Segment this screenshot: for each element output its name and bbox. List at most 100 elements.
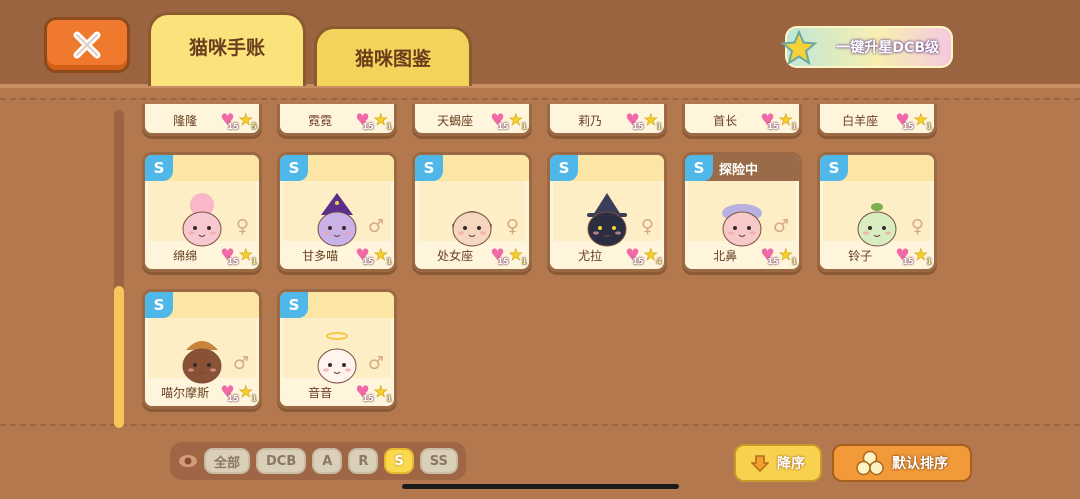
heart-icon: ♥ 15 bbox=[355, 245, 374, 266]
upgrade-star-button[interactable]: 一键升星DCB级 bbox=[781, 26, 953, 68]
stat-badges: ♥ 15 ★ 1 bbox=[760, 111, 799, 131]
gender-icon: ♂ bbox=[367, 353, 384, 374]
stat-badges: ♥ 15 ★ 1 bbox=[490, 245, 529, 266]
stat-badges: ♥ 15 ★ 1 bbox=[355, 111, 394, 131]
cat-name: 音音 bbox=[308, 385, 333, 400]
grade-badge: S bbox=[685, 155, 713, 181]
star-icon: ★ 5 bbox=[238, 110, 257, 131]
cat-card[interactable]: S ♂ 甘多喵 ♥ 15 ★ 1 bbox=[277, 152, 397, 272]
grade-badge: S bbox=[550, 155, 578, 181]
tab-cat-encyclopedia[interactable]: 猫咪图鉴 bbox=[314, 26, 472, 86]
cat-card[interactable]: S ♀ 尤拉 ♥ 15 ★ 4 bbox=[547, 152, 667, 272]
card-footer: 莉乃 ♥ 15 ★ 1 bbox=[550, 107, 664, 133]
card-footer: 首长 ♥ 15 ★ 1 bbox=[685, 107, 799, 133]
sort-default-button[interactable]: 默认排序 bbox=[832, 444, 972, 482]
stat-badges: ♥ 15 ★ 5 bbox=[220, 110, 259, 131]
filter-button[interactable]: S bbox=[384, 448, 414, 474]
star-icon: ★ 1 bbox=[778, 245, 797, 266]
stitch-divider-bottom bbox=[0, 424, 1080, 426]
cat-card[interactable]: 霓霓 ♥ 15 ★ 1 bbox=[277, 104, 397, 136]
heart-count: 15 bbox=[902, 257, 914, 266]
cat-card[interactable]: 隆隆 ♥ 15 ★ 5 bbox=[142, 104, 262, 136]
cat-name: 天蝎座 bbox=[437, 113, 474, 128]
heart-count: 15 bbox=[362, 394, 374, 403]
star-icon: ★ 4 bbox=[643, 245, 662, 266]
cat-card[interactable]: 天蝎座 ♥ 15 ★ 1 bbox=[412, 104, 532, 136]
star-count: 5 bbox=[251, 122, 257, 131]
star-count: 1 bbox=[926, 257, 932, 266]
filter-button[interactable]: 全部 bbox=[204, 448, 251, 474]
heart-icon: ♥ 15 bbox=[625, 110, 644, 131]
grade-badge: S bbox=[820, 155, 848, 181]
stat-badges: ♥ 15 ★ 1 bbox=[490, 110, 529, 131]
grade-badge: S bbox=[145, 292, 173, 318]
cat-name: 尤拉 bbox=[578, 248, 603, 263]
card-footer: 白羊座 ♥ 15 ★ 1 bbox=[820, 107, 934, 133]
heart-count: 15 bbox=[767, 257, 779, 266]
card-footer: 铃子 ♥ 15 ★ 1 bbox=[820, 241, 934, 269]
cat-card[interactable]: S ♀ 绵绵 ♥ 15 ★ 1 bbox=[142, 152, 262, 272]
heart-icon: ♥ 15 bbox=[895, 245, 914, 266]
close-x-icon bbox=[73, 31, 101, 59]
star-icon: ★ 1 bbox=[238, 382, 257, 403]
gender-icon: ♂ bbox=[772, 216, 789, 237]
cat-card[interactable]: S ♀ 处女座 ♥ 15 ★ 1 bbox=[412, 152, 532, 272]
cat-card[interactable]: 首长 ♥ 15 ★ 1 bbox=[682, 104, 802, 136]
filter-button[interactable]: A bbox=[312, 448, 343, 474]
card-footer: 隆隆 ♥ 15 ★ 5 bbox=[145, 107, 259, 133]
card-footer: 尤拉 ♥ 15 ★ 4 bbox=[550, 241, 664, 269]
heart-count: 15 bbox=[497, 257, 509, 266]
cat-name: 处女座 bbox=[437, 248, 474, 263]
star-icon: ★ 1 bbox=[913, 245, 932, 266]
stitch-divider bbox=[0, 98, 1080, 100]
star-count: 1 bbox=[521, 257, 527, 266]
heart-count: 15 bbox=[902, 122, 914, 131]
eye-icon[interactable] bbox=[178, 454, 198, 468]
grade-badge: S bbox=[280, 292, 308, 318]
star-icon: ★ 1 bbox=[373, 245, 392, 266]
filter-button[interactable]: R bbox=[348, 448, 379, 474]
cat-card[interactable]: S ♀ 铃子 ♥ 15 ★ 1 bbox=[817, 152, 937, 272]
arrow-down-icon bbox=[751, 455, 769, 472]
heart-count: 15 bbox=[227, 122, 239, 131]
home-indicator[interactable] bbox=[402, 484, 679, 489]
cat-name: 铃子 bbox=[848, 248, 873, 263]
stat-badges: ♥ 15 ★ 1 bbox=[355, 245, 394, 266]
gender-icon: ♂ bbox=[232, 353, 249, 374]
coins-icon bbox=[856, 450, 884, 476]
upgrade-label: 一键升星DCB级 bbox=[836, 40, 939, 56]
sort-desc-label: 降序 bbox=[777, 456, 805, 472]
scrollbar-thumb[interactable] bbox=[114, 286, 124, 428]
heart-icon: ♥ 15 bbox=[625, 245, 644, 266]
cat-name: 霓霓 bbox=[308, 113, 333, 128]
cat-name: 白羊座 bbox=[842, 113, 879, 128]
heart-count: 15 bbox=[767, 122, 779, 131]
cat-card[interactable]: 莉乃 ♥ 15 ★ 1 bbox=[547, 104, 667, 136]
star-count: 1 bbox=[521, 122, 527, 131]
star-icon: ★ 1 bbox=[508, 245, 527, 266]
cat-card[interactable]: S ♂ 音音 ♥ 15 ★ 1 bbox=[277, 289, 397, 409]
star-icon: ★ 1 bbox=[643, 110, 662, 131]
cat-card[interactable]: 白羊座 ♥ 15 ★ 1 bbox=[817, 104, 937, 136]
star-count: 1 bbox=[656, 122, 662, 131]
heart-count: 15 bbox=[362, 122, 374, 131]
gender-icon: ♂ bbox=[367, 216, 384, 237]
star-icon bbox=[781, 30, 817, 66]
cat-card[interactable]: S ♂ 喵尔摩斯 ♥ 15 ★ 1 bbox=[142, 289, 262, 409]
heart-icon: ♥ 15 bbox=[220, 110, 239, 131]
star-count: 1 bbox=[926, 122, 932, 131]
stat-badges: ♥ 15 ★ 1 bbox=[355, 383, 394, 403]
stat-badges: ♥ 15 ★ 4 bbox=[625, 245, 664, 266]
card-footer: 处女座 ♥ 15 ★ 1 bbox=[415, 241, 529, 269]
cat-name: 莉乃 bbox=[578, 113, 603, 128]
grade-badge: S bbox=[145, 155, 173, 181]
close-button[interactable] bbox=[44, 17, 130, 73]
cat-name: 喵尔摩斯 bbox=[161, 385, 210, 400]
star-icon: ★ 1 bbox=[508, 110, 527, 131]
filter-button[interactable]: DCB bbox=[256, 448, 307, 474]
tab-cat-diary[interactable]: 猫咪手账 bbox=[148, 12, 306, 86]
cat-card[interactable]: S 探险中 ♂ 北鼻 ♥ 15 ★ 1 bbox=[682, 152, 802, 272]
card-footer: 霓霓 ♥ 15 ★ 1 bbox=[280, 107, 394, 133]
filter-button[interactable]: SS bbox=[419, 448, 458, 474]
sort-desc-button[interactable]: 降序 bbox=[734, 444, 822, 482]
